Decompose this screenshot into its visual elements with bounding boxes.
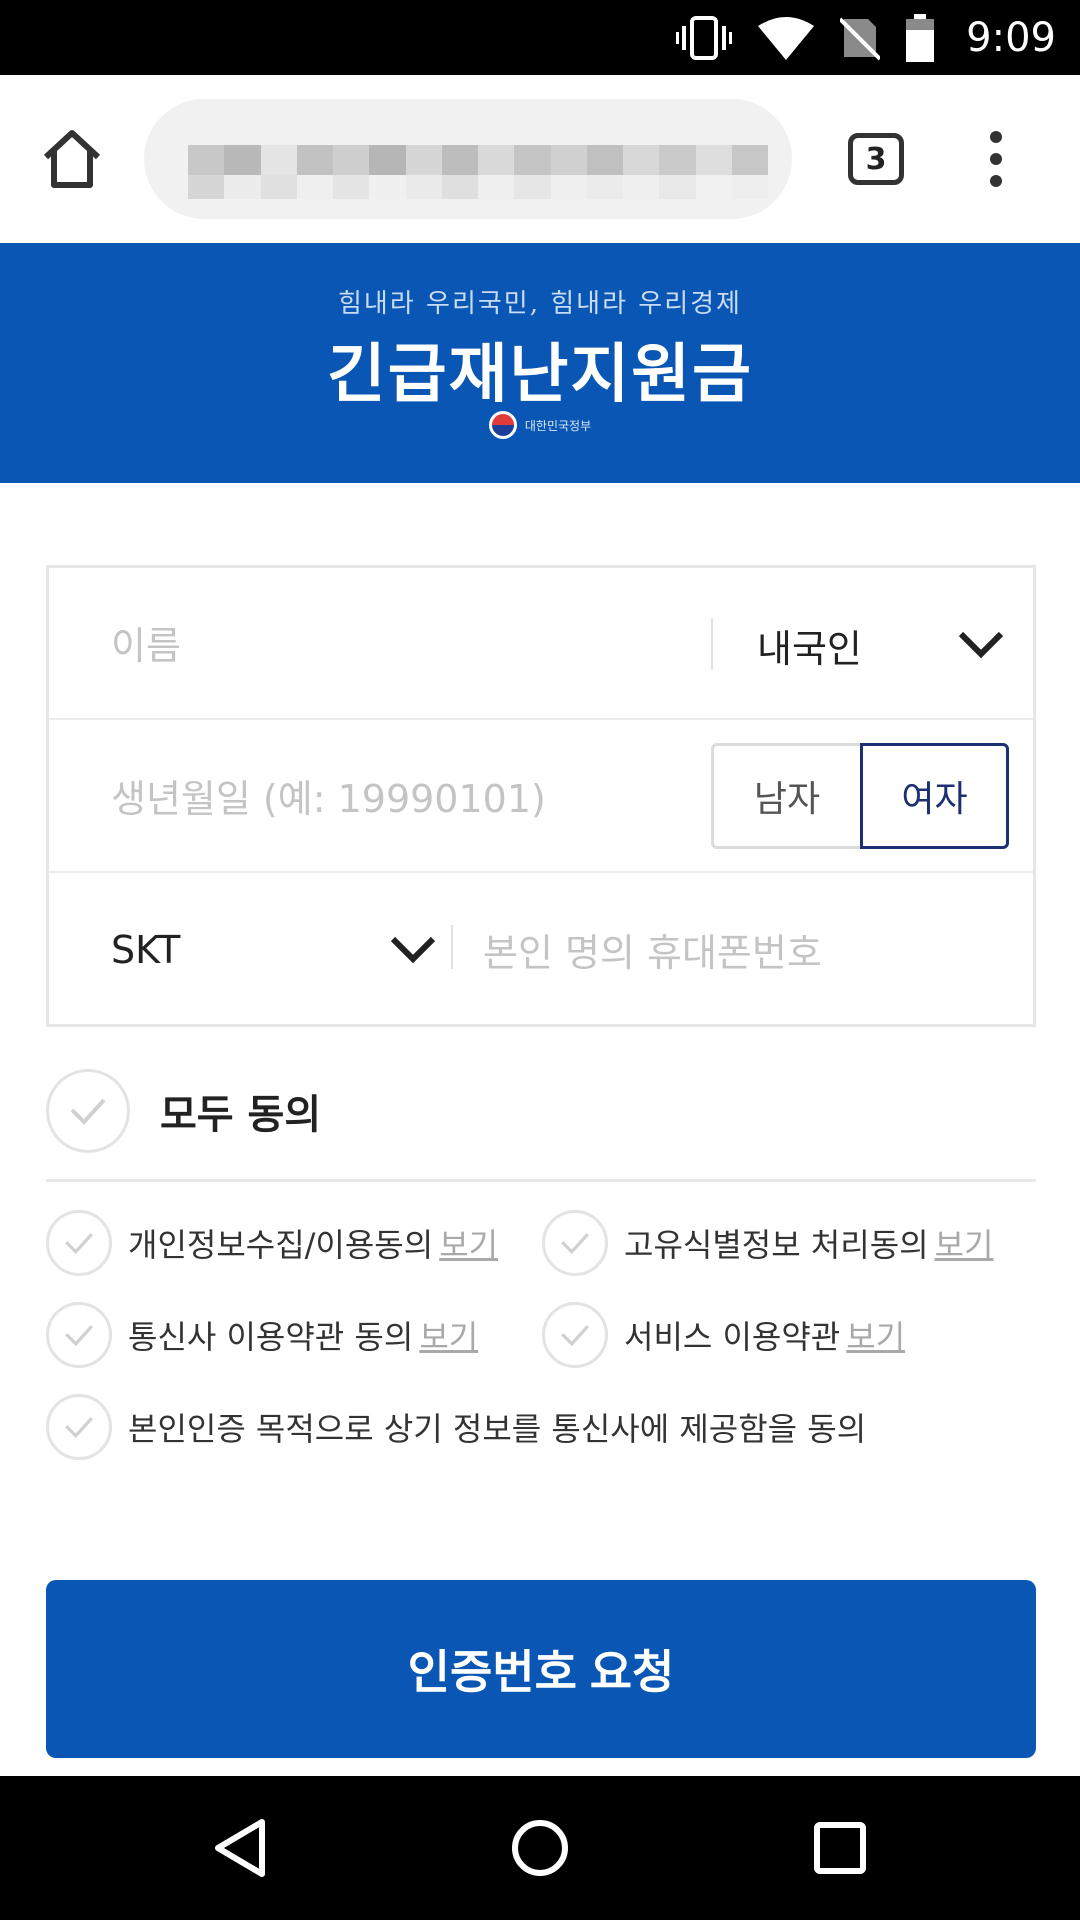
nationality-value: 내국인 — [757, 626, 862, 671]
check-icon — [65, 1417, 93, 1439]
nationality-select[interactable]: 내국인 — [757, 604, 1027, 686]
view-link[interactable]: 보기 — [439, 1220, 498, 1266]
no-sim-icon — [840, 17, 881, 60]
view-link[interactable]: 보기 — [935, 1220, 994, 1266]
name-row: 내국인 — [49, 568, 1033, 720]
wifi-icon — [758, 16, 815, 60]
phone-row: SKT — [49, 875, 1033, 1027]
status-bar: 9:09 — [0, 0, 1080, 75]
check-icon — [561, 1325, 589, 1347]
check-icon — [65, 1233, 93, 1255]
banner-subtitle: 힘내라 우리국민, 힘내라 우리경제 — [338, 289, 742, 319]
url-text-obscured — [188, 145, 768, 175]
taegeuk-icon — [488, 411, 517, 439]
agree-checkbox[interactable] — [542, 1302, 608, 1368]
agree-all-checkbox[interactable] — [46, 1069, 130, 1153]
agree-label: 통신사 이용약관 동의 — [128, 1318, 414, 1356]
identity-form: 내국인 남자 여자 SKT — [46, 565, 1036, 1027]
name-input[interactable] — [111, 618, 691, 674]
tab-count: 3 — [865, 141, 887, 177]
agree-item-provide-info[interactable]: 본인인증 목적으로 상기 정보를 통신사에 제공함을 동의 — [46, 1394, 866, 1460]
check-icon — [70, 1098, 106, 1125]
agreement-divider — [46, 1179, 1036, 1182]
agree-label: 본인인증 목적으로 상기 정보를 통신사에 제공함을 동의 — [128, 1410, 867, 1448]
agree-item-service-terms[interactable]: 서비스 이용약관 보기 — [542, 1302, 905, 1368]
view-link[interactable]: 보기 — [419, 1312, 478, 1358]
chevron-down-icon — [958, 631, 1004, 659]
url-text-obscured-lower — [188, 175, 768, 199]
system-nav-bar — [0, 1776, 1080, 1920]
agree-checkbox[interactable] — [46, 1302, 112, 1368]
phone-input[interactable] — [483, 925, 1003, 981]
status-icons: 9:09 — [676, 0, 1056, 75]
agree-checkbox[interactable] — [542, 1210, 608, 1276]
nav-home-button[interactable] — [504, 1812, 576, 1884]
browser-toolbar: 3 — [0, 75, 1080, 243]
carrier-value: SKT — [111, 928, 181, 972]
overflow-menu-icon — [990, 131, 1002, 143]
status-time: 9:09 — [966, 14, 1056, 61]
home-nav-icon — [512, 1820, 568, 1876]
check-icon — [65, 1325, 93, 1347]
nav-recents-button[interactable] — [804, 1812, 876, 1884]
back-icon — [215, 1819, 265, 1877]
browser-home-button[interactable] — [40, 127, 104, 191]
banner-title: 긴급재난지원금 — [326, 338, 754, 412]
gender-male-button[interactable]: 남자 — [711, 743, 860, 849]
agree-item-carrier-terms[interactable]: 통신사 이용약관 동의 보기 — [46, 1302, 478, 1368]
battery-icon — [906, 13, 935, 62]
carrier-select[interactable]: SKT — [111, 909, 457, 991]
gender-female-button[interactable]: 여자 — [860, 743, 1009, 849]
tab-switcher-button[interactable]: 3 — [848, 133, 904, 185]
check-icon — [561, 1233, 589, 1255]
agree-all-label: 모두 동의 — [160, 1092, 322, 1138]
recents-icon — [814, 1822, 866, 1874]
agree-item-privacy[interactable]: 개인정보수집/이용동의 보기 — [46, 1210, 498, 1276]
agree-label: 개인정보수집/이용동의 — [128, 1226, 434, 1264]
vibrate-icon — [676, 15, 733, 60]
nav-back-button[interactable] — [204, 1812, 276, 1884]
agree-checkbox[interactable] — [46, 1394, 112, 1460]
request-code-button[interactable]: 인증번호 요청 — [46, 1580, 1036, 1758]
birthdate-input[interactable] — [111, 771, 711, 827]
gender-toggle: 남자 여자 — [711, 743, 1009, 849]
view-link[interactable]: 보기 — [846, 1312, 905, 1358]
divider — [451, 925, 453, 969]
agree-all[interactable]: 모두 동의 — [46, 1068, 1036, 1154]
overflow-menu-button[interactable] — [980, 127, 1012, 191]
agree-label: 고유식별정보 처리동의 — [624, 1226, 929, 1264]
agree-label: 서비스 이용약관 — [624, 1318, 841, 1356]
banner: 힘내라 우리국민, 힘내라 우리경제 긴급재난지원금 대한민국정부 — [0, 243, 1080, 483]
chevron-down-icon — [390, 936, 436, 964]
gov-logo: 대한민국정부 — [0, 411, 1080, 439]
home-icon — [43, 130, 101, 188]
url-bar[interactable] — [144, 99, 792, 219]
agree-item-unique-id[interactable]: 고유식별정보 처리동의 보기 — [542, 1210, 993, 1276]
gov-label: 대한민국정부 — [524, 418, 592, 433]
birth-gender-row: 남자 여자 — [49, 721, 1033, 873]
agree-checkbox[interactable] — [46, 1210, 112, 1276]
divider — [711, 618, 713, 670]
